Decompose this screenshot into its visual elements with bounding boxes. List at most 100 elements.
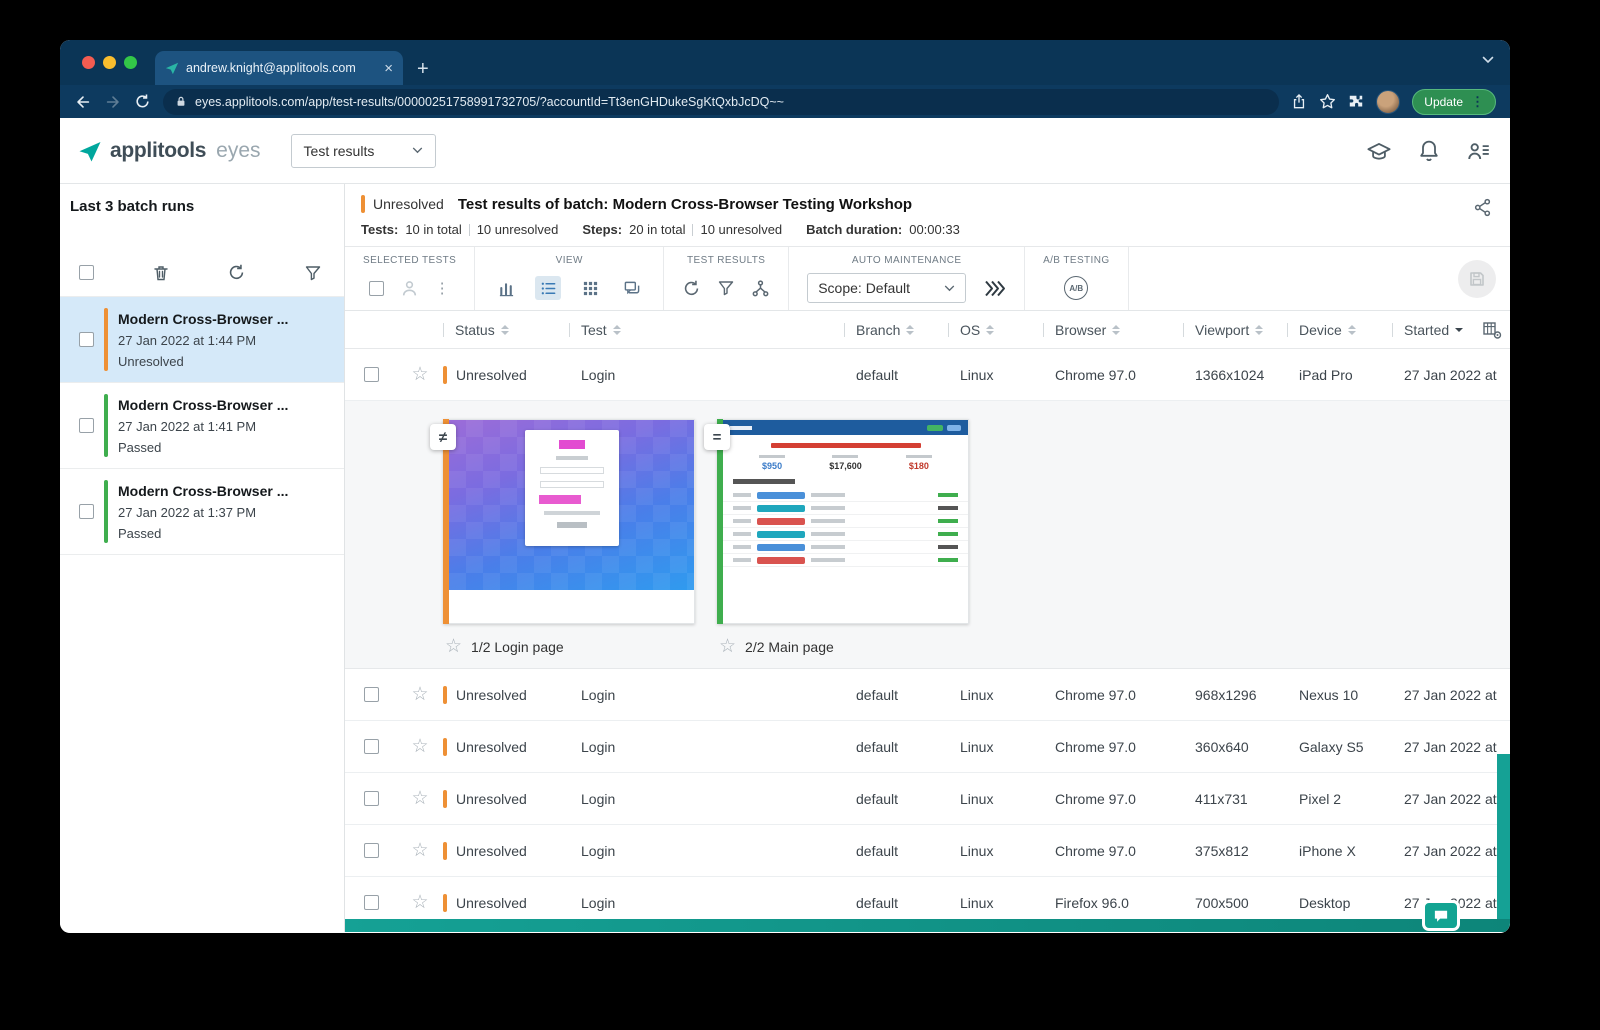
- sort-icon: [1255, 325, 1263, 335]
- delete-batch-icon[interactable]: [152, 264, 170, 282]
- grid-view-icon[interactable]: [577, 276, 603, 300]
- batch-list: Modern Cross-Browser ... 27 Jan 2022 at …: [60, 296, 344, 555]
- bookmark-star-icon[interactable]: [1319, 93, 1336, 110]
- extensions-puzzle-icon[interactable]: [1348, 94, 1364, 110]
- ab-testing-icon[interactable]: A/B: [1064, 276, 1088, 300]
- step-star-icon[interactable]: ☆: [719, 637, 736, 656]
- batch-checkbox[interactable]: [79, 504, 94, 519]
- chart-view-icon[interactable]: [493, 276, 519, 300]
- selected-tests-group: SELECTED TESTS ⋮: [345, 247, 475, 310]
- favorite-star-icon[interactable]: ☆: [411, 685, 428, 704]
- step-thumbnail-login[interactable]: ≠ ☆ 1/2 Login pag: [443, 419, 695, 668]
- save-button[interactable]: [1458, 260, 1496, 298]
- notifications-bell-icon[interactable]: [1418, 139, 1440, 163]
- column-header-device[interactable]: Device: [1287, 322, 1392, 338]
- test-row[interactable]: ☆ Unresolved Login default Linux Chrome …: [345, 773, 1510, 825]
- update-button[interactable]: Update ⋮: [1412, 89, 1496, 115]
- table-settings-icon[interactable]: [1482, 320, 1502, 340]
- test-cell: Login: [569, 895, 844, 911]
- row-checkbox[interactable]: [364, 367, 379, 382]
- column-header-browser[interactable]: Browser: [1043, 322, 1183, 338]
- column-header-test[interactable]: Test: [569, 322, 844, 338]
- browser-menu-kebab-icon[interactable]: ⋮: [1471, 94, 1484, 110]
- column-header-os[interactable]: OS: [948, 322, 1043, 338]
- step-thumbnail-main[interactable]: = $950 $17,600 $180: [717, 419, 969, 668]
- tab-title: andrew.knight@applitools.com: [186, 61, 377, 75]
- refresh-results-icon[interactable]: [682, 279, 701, 298]
- horizontal-scrollbar[interactable]: [345, 919, 1510, 932]
- batch-item[interactable]: Modern Cross-Browser ... 27 Jan 2022 at …: [60, 297, 344, 383]
- favorite-star-icon[interactable]: ☆: [411, 893, 428, 912]
- back-button[interactable]: [74, 93, 92, 111]
- forward-button[interactable]: [104, 93, 122, 111]
- account-icon[interactable]: [1466, 140, 1492, 162]
- status-cell: Unresolved: [443, 842, 569, 860]
- reload-button[interactable]: [134, 93, 151, 110]
- apply-maintenance-icon[interactable]: [982, 279, 1006, 298]
- status-cell: Unresolved: [443, 686, 569, 704]
- test-row[interactable]: ☆ Unresolved Login default Linux Chrome …: [345, 721, 1510, 773]
- steps-total: 20 in total: [629, 222, 685, 237]
- browser-window: andrew.knight@applitools.com × + eyes.ap…: [60, 40, 1510, 933]
- more-actions-kebab-icon[interactable]: ⋮: [435, 279, 451, 297]
- test-row[interactable]: ☆ Unresolved Login default Linux Chrome …: [345, 669, 1510, 721]
- select-all-tests-checkbox[interactable]: [369, 281, 384, 296]
- new-tab-button[interactable]: +: [417, 59, 429, 79]
- test-row[interactable]: ☆ Unresolved Login default Linux Chrome …: [345, 349, 1510, 401]
- view-dropdown[interactable]: Test results: [291, 134, 437, 168]
- favorite-star-icon[interactable]: ☆: [411, 789, 428, 808]
- row-checkbox[interactable]: [364, 739, 379, 754]
- batch-item[interactable]: Modern Cross-Browser ... 27 Jan 2022 at …: [60, 469, 344, 555]
- step-star-icon[interactable]: ☆: [445, 637, 462, 656]
- column-header-status[interactable]: Status: [443, 322, 569, 338]
- favorite-star-icon[interactable]: ☆: [411, 737, 428, 756]
- zoom-window-button[interactable]: [124, 56, 137, 69]
- tab-search-chevron-icon[interactable]: [1482, 56, 1494, 64]
- profile-avatar[interactable]: [1376, 90, 1400, 114]
- assign-user-icon[interactable]: [400, 279, 419, 298]
- sort-icon: [1112, 325, 1120, 335]
- address-bar[interactable]: eyes.applitools.com/app/test-results/000…: [163, 89, 1279, 115]
- browser-tab[interactable]: andrew.knight@applitools.com ×: [155, 51, 403, 85]
- column-header-viewport[interactable]: Viewport: [1183, 322, 1287, 338]
- chat-widget-button[interactable]: [1422, 900, 1460, 931]
- select-all-batches-checkbox[interactable]: [79, 265, 94, 280]
- batch-checkbox[interactable]: [79, 418, 94, 433]
- mock-stat: $17,600: [829, 461, 862, 471]
- step-screenshot-login: [449, 419, 695, 624]
- refresh-batches-icon[interactable]: [227, 263, 246, 282]
- ab-testing-group: A/B TESTING A/B: [1025, 247, 1128, 310]
- group-by-icon[interactable]: [751, 279, 770, 298]
- row-checkbox[interactable]: [364, 843, 379, 858]
- batch-item[interactable]: Modern Cross-Browser ... 27 Jan 2022 at …: [60, 383, 344, 469]
- batch-checkbox[interactable]: [79, 332, 94, 347]
- step-caption-text: 1/2 Login page: [471, 639, 564, 655]
- share-batch-icon[interactable]: [1473, 198, 1492, 217]
- lock-icon: [175, 95, 187, 108]
- share-icon[interactable]: [1291, 93, 1307, 110]
- row-checkbox[interactable]: [364, 895, 379, 910]
- comments-view-icon[interactable]: [619, 276, 645, 300]
- test-row[interactable]: ☆ Unresolved Login default Linux Chrome …: [345, 825, 1510, 877]
- test-results-group: TEST RESULTS: [664, 247, 789, 310]
- vertical-scrollbar[interactable]: [1497, 754, 1510, 919]
- status-cell: Unresolved: [443, 738, 569, 756]
- filter-results-icon[interactable]: [717, 279, 735, 297]
- close-window-button[interactable]: [82, 56, 95, 69]
- column-header-branch[interactable]: Branch: [844, 322, 948, 338]
- filter-batches-icon[interactable]: [304, 264, 322, 282]
- started-cell: 27 Jan 2022 at: [1392, 739, 1510, 755]
- row-checkbox[interactable]: [364, 791, 379, 806]
- minimize-window-button[interactable]: [103, 56, 116, 69]
- started-cell: 27 Jan 2022 at: [1392, 843, 1510, 859]
- favorite-star-icon[interactable]: ☆: [411, 841, 428, 860]
- scope-dropdown[interactable]: Scope: Default: [807, 273, 966, 303]
- row-checkbox[interactable]: [364, 687, 379, 702]
- batch-text: Modern Cross-Browser ... 27 Jan 2022 at …: [118, 397, 288, 455]
- close-tab-icon[interactable]: ×: [384, 61, 393, 76]
- list-view-icon[interactable]: [535, 276, 561, 300]
- status-cell: Unresolved: [443, 894, 569, 912]
- learn-graduation-cap-icon[interactable]: [1366, 140, 1392, 162]
- batch-status-bar: [104, 480, 108, 543]
- favorite-star-icon[interactable]: ☆: [411, 365, 428, 384]
